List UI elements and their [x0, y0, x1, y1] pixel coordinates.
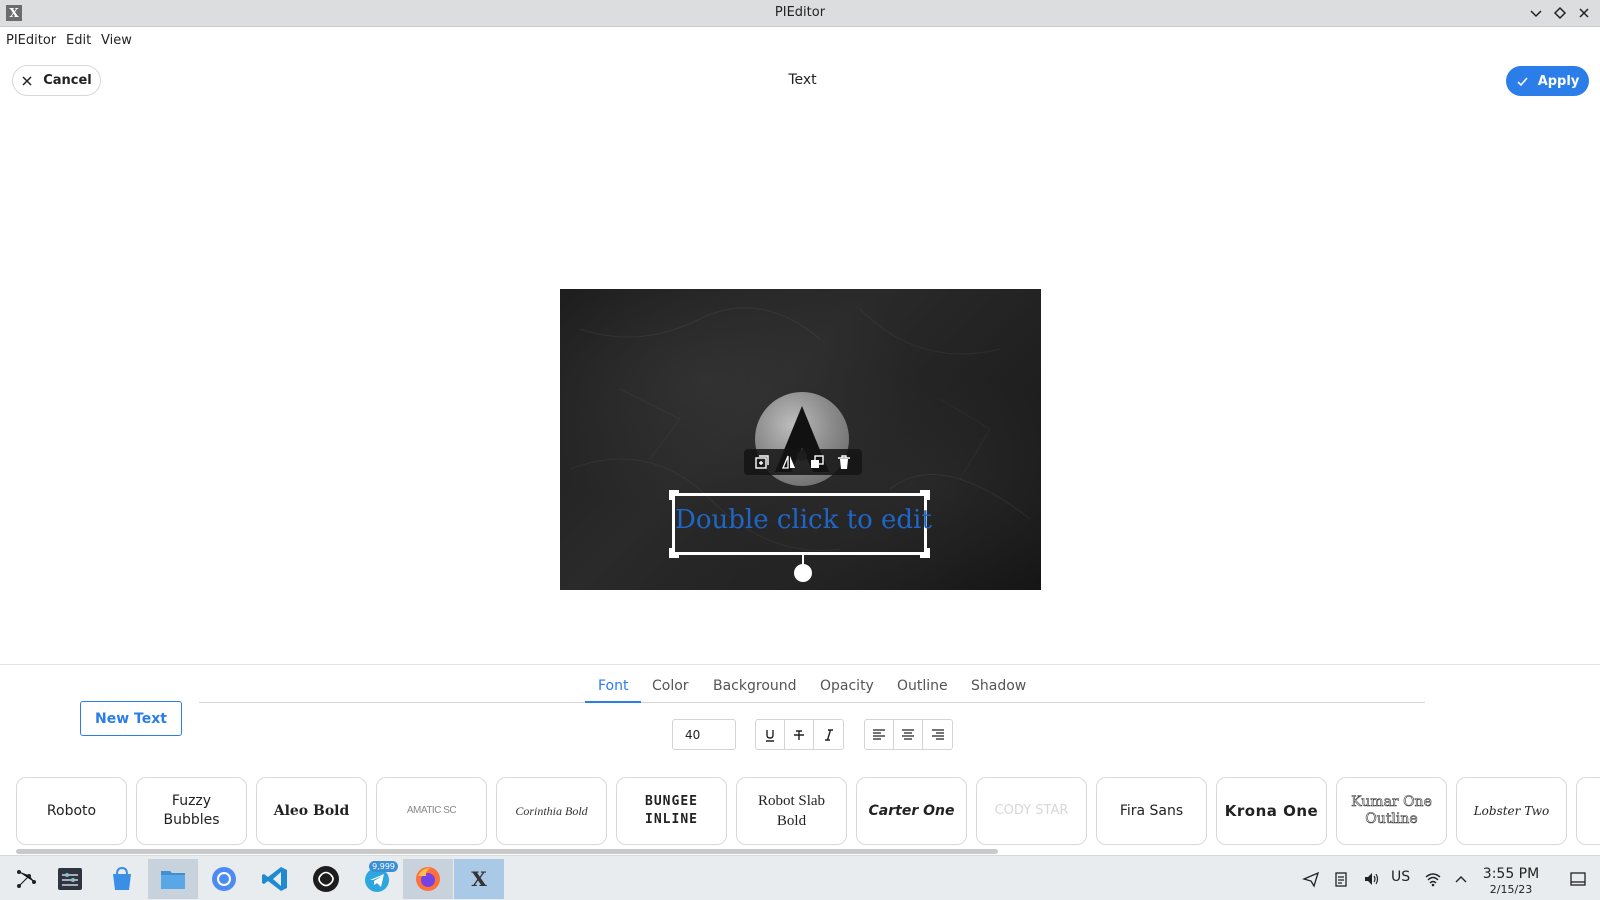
show-desktop-icon[interactable] [1568, 869, 1588, 889]
font-card-fuzzy-bubbles[interactable]: Fuzzy Bubbles [136, 777, 247, 845]
chromium-icon[interactable] [199, 859, 249, 899]
text-layer-content[interactable]: Double click to edit [675, 505, 932, 535]
align-left-icon[interactable] [865, 720, 894, 749]
close-window-icon[interactable] [1575, 4, 1593, 22]
taskbar: 9,999 X US [0, 855, 1600, 900]
font-list-scrollbar[interactable] [16, 849, 998, 854]
font-name: BUNGEE INLINE [645, 794, 698, 827]
text-align-group [864, 719, 953, 750]
font-card-cody-star[interactable]: CODY STAR [976, 777, 1087, 845]
font-card-robot-slab-bold[interactable]: Robot Slab Bold [736, 777, 847, 845]
clock-date[interactable]: 2/15/23 [1480, 883, 1542, 896]
clock-time[interactable]: 3:55 PM [1480, 866, 1542, 882]
volume-icon[interactable] [1361, 869, 1381, 889]
font-card-bungee-inline[interactable]: BUNGEE INLINE [616, 777, 727, 845]
rotate-handle[interactable] [794, 564, 812, 582]
telegram-badge: 9,999 [369, 861, 398, 872]
keyboard-layout[interactable]: US [1391, 869, 1410, 885]
tab-outline[interactable]: Outline [897, 678, 948, 694]
apply-label: Apply [1537, 73, 1580, 89]
font-card-carter-one[interactable]: Carter One [856, 777, 967, 845]
underline-icon[interactable] [756, 720, 785, 749]
text-style-group [755, 719, 844, 750]
font-card-roboto[interactable]: Roboto [16, 777, 127, 845]
tab-color[interactable]: Color [652, 678, 689, 694]
font-card-krona-one[interactable]: Krona One [1216, 777, 1327, 845]
font-card-partial[interactable] [1576, 777, 1600, 845]
vscode-icon[interactable] [250, 859, 300, 899]
menu-edit[interactable]: Edit [66, 33, 91, 48]
font-name: CODY STAR [994, 803, 1069, 819]
font-name: Aleo Bold [273, 802, 350, 819]
telegram-icon[interactable]: 9,999 [352, 859, 402, 899]
font-name: Roboto [46, 802, 97, 819]
resize-handle-bottom-left[interactable] [669, 548, 679, 558]
font-list: Roboto Fuzzy Bubbles Aleo Bold AMATIC SC… [0, 775, 1600, 847]
resize-handle-bottom-right[interactable] [920, 548, 930, 558]
active-tab-indicator [585, 701, 641, 703]
object-toolbar [744, 449, 862, 475]
new-text-button[interactable]: New Text [80, 701, 182, 736]
menu-view[interactable]: View [101, 33, 132, 48]
store-app-icon[interactable] [97, 859, 147, 899]
font-card-amatic-sc[interactable]: AMATIC SC [376, 777, 487, 845]
font-name: Fira Sans [1119, 802, 1184, 819]
font-card-corinthia-bold[interactable]: Corinthia Bold [496, 777, 607, 845]
tab-font[interactable]: Font [598, 678, 628, 694]
menu-bar: PIEditor Edit View [0, 28, 1600, 54]
wifi-icon[interactable] [1423, 869, 1443, 889]
pieditor-taskbar-icon[interactable]: X [454, 859, 504, 899]
strikethrough-icon[interactable] [785, 720, 814, 749]
tab-opacity[interactable]: Opacity [820, 678, 874, 694]
app-launcher-icon[interactable] [0, 859, 50, 899]
duplicate-icon[interactable] [753, 453, 771, 471]
resize-handle-top-right[interactable] [920, 490, 930, 500]
svg-text:X: X [471, 867, 487, 891]
tab-shadow[interactable]: Shadow [971, 678, 1026, 694]
italic-icon[interactable] [814, 720, 843, 749]
panel-divider [0, 664, 1600, 665]
font-card-lobster-two[interactable]: Lobster Two [1456, 777, 1567, 845]
page-title: Text [788, 72, 817, 88]
firefox-icon[interactable] [403, 859, 453, 899]
tab-bar: Font Color Background Opacity Outline Sh… [0, 675, 1600, 705]
window-title: PIEditor [774, 5, 826, 20]
settings-app-icon[interactable] [45, 859, 95, 899]
align-right-icon[interactable] [923, 720, 952, 749]
font-card-fira-sans[interactable]: Fira Sans [1096, 777, 1207, 845]
menu-pieditor[interactable]: PIEditor [6, 33, 56, 48]
font-name: AMATIC SC [406, 805, 457, 817]
send-icon[interactable] [1301, 869, 1321, 889]
font-name: Kumar One Outline [1351, 794, 1432, 827]
image-canvas[interactable]: Double click to edit [560, 289, 1041, 590]
align-center-icon[interactable] [894, 720, 923, 749]
check-icon [1517, 76, 1528, 86]
font-card-kumar-one-outline[interactable]: Kumar One Outline [1336, 777, 1447, 845]
clipboard-icon[interactable] [1331, 869, 1351, 889]
font-name: Robot Slab Bold [757, 792, 826, 829]
font-name: Corinthia Bold [515, 803, 588, 818]
text-layer[interactable]: Double click to edit [669, 490, 932, 558]
resize-handle-top-left[interactable] [669, 490, 679, 500]
bring-front-icon[interactable] [808, 453, 826, 471]
apply-button[interactable]: Apply [1506, 66, 1589, 96]
minimize-icon[interactable] [1527, 4, 1545, 22]
flip-icon[interactable] [780, 453, 798, 471]
tab-background[interactable]: Background [713, 678, 797, 694]
title-bar: X PIEditor [0, 0, 1600, 27]
delete-icon[interactable] [835, 453, 853, 471]
maximize-icon[interactable] [1551, 4, 1569, 22]
font-card-aleo-bold[interactable]: Aleo Bold [256, 777, 367, 845]
chevron-up-icon[interactable] [1451, 869, 1471, 889]
font-name: Krona One [1224, 801, 1319, 820]
font-size-input[interactable] [672, 719, 736, 750]
file-manager-icon[interactable] [148, 859, 198, 899]
tabs-line [199, 702, 1425, 703]
font-name: Fuzzy Bubbles [163, 793, 220, 828]
font-name: Lobster Two [1473, 803, 1550, 818]
chatgpt-app-icon[interactable] [301, 859, 351, 899]
font-name: Carter One [868, 802, 955, 819]
